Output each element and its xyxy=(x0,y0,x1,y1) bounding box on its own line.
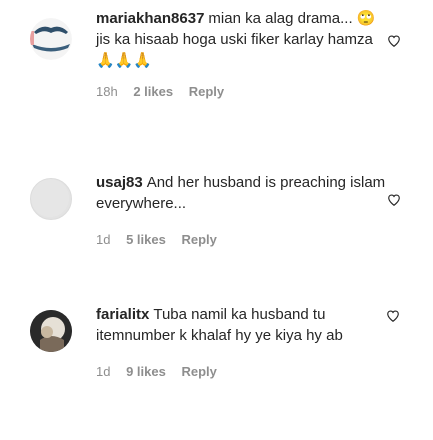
comment-time: 1d xyxy=(96,364,111,379)
like-button[interactable] xyxy=(387,193,401,207)
avatar[interactable] xyxy=(30,310,72,352)
comment-meta: 18h 2 likes Reply xyxy=(96,84,386,99)
comment-body: usaj83 And her husband is preaching islam… xyxy=(96,172,386,247)
heart-outline-icon xyxy=(388,35,400,47)
comment-text: usaj83 And her husband is preaching islam… xyxy=(96,174,386,212)
comment-text: mariakhan8637 mian ka alag drama... 🙄 jis… xyxy=(96,10,376,69)
comment-username[interactable]: usaj83 xyxy=(96,174,143,191)
comment-username[interactable]: mariakhan8637 xyxy=(96,10,204,27)
comment-meta: 1d 9 likes Reply xyxy=(96,364,386,379)
comment-time: 18h xyxy=(96,84,118,99)
comment-likes[interactable]: 2 likes xyxy=(133,84,173,99)
comment-time: 1d xyxy=(96,232,111,247)
comment-body: mariakhan8637 mian ka alag drama... 🙄 jis… xyxy=(96,8,386,99)
avatar[interactable] xyxy=(30,18,72,60)
reply-button[interactable]: Reply xyxy=(181,232,216,247)
avatar-icon xyxy=(31,179,70,218)
reply-button[interactable]: Reply xyxy=(189,84,224,99)
pray-emoji: 🙏🙏🙏 xyxy=(96,52,153,69)
like-button[interactable] xyxy=(386,309,400,323)
like-button[interactable] xyxy=(387,34,401,48)
heart-outline-icon xyxy=(387,310,399,322)
comment-username[interactable]: farialitx xyxy=(96,306,149,323)
comment-text: farialitx Tuba namil ka husband tu itemnu… xyxy=(96,306,343,344)
avatar-icon xyxy=(30,18,72,60)
comment-meta: 1d 5 likes Reply xyxy=(96,232,386,247)
comment-likes[interactable]: 9 likes xyxy=(126,364,166,379)
reply-button[interactable]: Reply xyxy=(181,364,216,379)
avatar-icon xyxy=(30,310,72,352)
heart-outline-icon xyxy=(388,194,400,206)
avatar[interactable] xyxy=(30,178,72,220)
comment-likes[interactable]: 5 likes xyxy=(126,232,166,247)
face-emoji: 🙄 xyxy=(356,10,376,27)
comment-body: farialitx Tuba namil ka husband tu itemnu… xyxy=(96,304,386,379)
